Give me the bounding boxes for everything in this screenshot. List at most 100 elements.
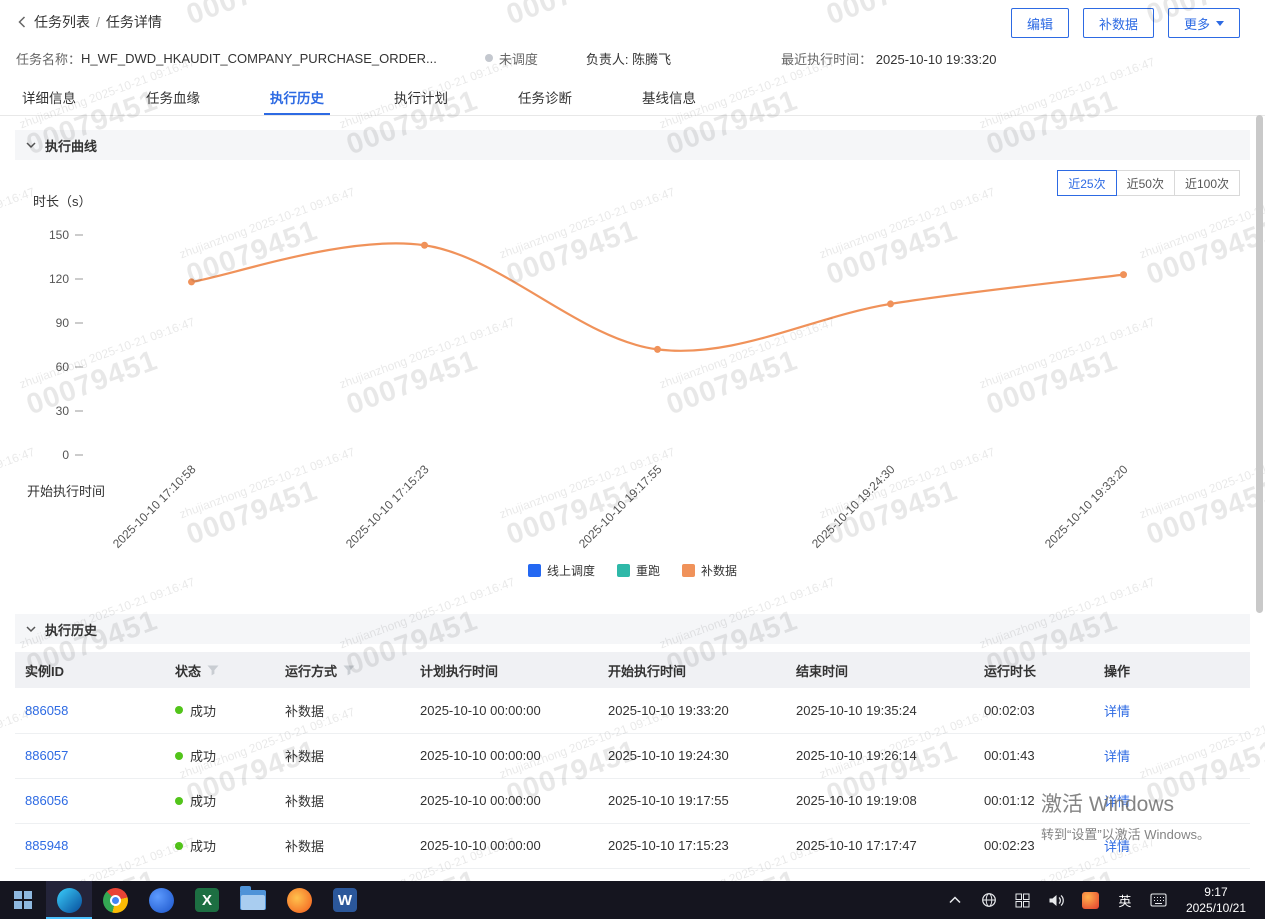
ime-button[interactable] xyxy=(1144,881,1174,919)
status-text: 成功 xyxy=(190,836,216,855)
legend-label: 补数据 xyxy=(701,562,737,579)
table-row: 886058 成功 补数据 2025-10-10 00:00:00 2025-10-10… xyxy=(15,688,1250,733)
page-header: 任务列表 / 任务详情 编辑 补数据 更多 xyxy=(0,0,1265,42)
windows-logo-icon xyxy=(14,891,32,909)
last-exec-info: 最近执行时间： 2025-10-10 19:33:20 xyxy=(781,49,996,68)
detail-link[interactable]: 详情 xyxy=(1104,749,1130,764)
legend-item[interactable]: 线上调度 xyxy=(528,562,595,579)
breadcrumb-task-list[interactable]: 任务列表 xyxy=(34,12,90,32)
end-time-text: 2025-10-10 19:19:08 xyxy=(796,793,917,808)
planned-time-text: 2025-10-10 00:00:00 xyxy=(420,838,541,853)
detail-link[interactable]: 详情 xyxy=(1104,704,1130,719)
excel-button[interactable]: X xyxy=(184,881,230,919)
back-icon[interactable] xyxy=(16,15,28,29)
legend-swatch-icon xyxy=(528,564,541,577)
run-mode-text: 补数据 xyxy=(285,749,324,764)
svg-text:2025-10-10 17:10:58: 2025-10-10 17:10:58 xyxy=(110,462,199,551)
table-header: 实例ID状态运行方式计划执行时间开始执行时间结束时间运行时长操作 xyxy=(15,652,1250,688)
taskbar-apps: X W xyxy=(0,881,368,919)
clock-date: 2025/10/21 xyxy=(1186,900,1246,916)
wps-button[interactable] xyxy=(276,881,322,919)
column-header-run-mode: 运行方式 xyxy=(275,652,410,688)
svg-text:2025-10-10 19:24:30: 2025-10-10 19:24:30 xyxy=(809,462,898,551)
collapse-chevron-icon[interactable] xyxy=(25,623,37,635)
instance-id-link[interactable]: 886058 xyxy=(25,703,68,718)
legend-swatch-icon xyxy=(617,564,630,577)
backfill-button[interactable]: 补数据 xyxy=(1083,8,1154,38)
status-text: 成功 xyxy=(190,746,216,765)
filter-icon[interactable] xyxy=(343,665,355,676)
blue-app-button[interactable] xyxy=(138,881,184,919)
clock[interactable]: 9:17 2025/10/21 xyxy=(1178,884,1254,916)
wps-icon xyxy=(287,888,312,913)
status-text: 成功 xyxy=(190,791,216,810)
edit-button[interactable]: 编辑 xyxy=(1011,8,1069,38)
edge-browser-button[interactable] xyxy=(46,881,92,919)
instance-id-link[interactable]: 886056 xyxy=(25,793,68,808)
success-dot-icon xyxy=(175,797,183,805)
column-header-start-time: 开始执行时间 xyxy=(598,652,786,688)
range-button-group: 近25次近50次近100次 xyxy=(1058,170,1240,196)
tab-diagnosis[interactable]: 任务诊断 xyxy=(512,78,578,115)
windows-taskbar: X W 英 9:17 2025/10/21 xyxy=(0,881,1265,919)
end-time-text: 2025-10-10 17:17:47 xyxy=(796,838,917,853)
run-mode-text: 补数据 xyxy=(285,839,324,854)
owner-value: 陈腾飞 xyxy=(632,52,671,67)
tab-exec-history[interactable]: 执行历史 xyxy=(264,78,330,115)
app-grid-button[interactable] xyxy=(1008,881,1038,919)
system-tray: 英 9:17 2025/10/21 xyxy=(940,881,1265,919)
status-text: 成功 xyxy=(190,701,216,720)
status-dot-icon xyxy=(485,54,493,62)
success-dot-icon xyxy=(175,706,183,714)
header-actions: 编辑 补数据 更多 xyxy=(1011,8,1240,38)
svg-text:2025-10-10 19:17:55: 2025-10-10 19:17:55 xyxy=(576,462,665,551)
chevron-up-icon xyxy=(949,896,961,904)
history-section-title: 执行历史 xyxy=(45,620,97,639)
collapse-chevron-icon[interactable] xyxy=(25,139,37,151)
table-row: 886057成功补数据2025-10-10 00:00:002025-10-10… xyxy=(15,733,1250,778)
file-explorer-button[interactable] xyxy=(230,881,276,919)
start-button[interactable] xyxy=(0,881,46,919)
instance-id-link[interactable]: 886057 xyxy=(25,748,68,763)
instance-id-link[interactable]: 885948 xyxy=(25,838,68,853)
range-button-recent-50[interactable]: 近50次 xyxy=(1116,170,1175,196)
vertical-scrollbar[interactable] xyxy=(1256,115,1263,613)
run-mode-text: 补数据 xyxy=(285,704,324,719)
volume-button[interactable] xyxy=(1042,881,1072,919)
tab-baseline[interactable]: 基线信息 xyxy=(636,78,702,115)
chrome-icon xyxy=(103,888,128,913)
tab-exec-plan[interactable]: 执行计划 xyxy=(388,78,454,115)
tab-bar: 详细信息 任务血缘 执行历史 执行计划 任务诊断 基线信息 xyxy=(0,78,1265,116)
speaker-icon xyxy=(1048,893,1065,908)
activation-title: 激活 Windows xyxy=(1041,788,1210,818)
history-section-bar: 执行历史 xyxy=(15,614,1250,644)
duration-text: 00:01:12 xyxy=(984,793,1035,808)
range-button-recent-100[interactable]: 近100次 xyxy=(1174,170,1240,196)
start-time-text: 2025-10-10 19:33:20 xyxy=(608,703,729,718)
task-name-label: 任务名称： xyxy=(16,49,81,68)
task-info-row: 任务名称： H_WF_DWD_HKAUDIT_COMPANY_PURCHASE_… xyxy=(0,42,1265,68)
table-header-row: 实例ID状态运行方式计划执行时间开始执行时间结束时间运行时长操作 xyxy=(15,652,1250,688)
language-indicator[interactable]: 英 xyxy=(1110,881,1140,919)
security-app-button[interactable] xyxy=(1076,881,1106,919)
column-header-instance-id: 实例ID xyxy=(15,652,165,688)
word-button[interactable]: W xyxy=(322,881,368,919)
filter-icon[interactable] xyxy=(207,665,219,676)
folder-icon xyxy=(240,890,266,910)
tab-lineage[interactable]: 任务血缘 xyxy=(140,78,206,115)
schedule-status: 未调度 xyxy=(485,49,538,68)
network-button[interactable] xyxy=(974,881,1004,919)
tab-details[interactable]: 详细信息 xyxy=(16,78,82,115)
more-button[interactable]: 更多 xyxy=(1168,8,1240,38)
globe-icon xyxy=(981,892,997,908)
excel-icon: X xyxy=(195,888,219,912)
column-header-planned-time: 计划执行时间 xyxy=(410,652,598,688)
planned-time-text: 2025-10-10 00:00:00 xyxy=(420,703,541,718)
hidden-icons-button[interactable] xyxy=(940,881,970,919)
range-button-recent-25[interactable]: 近25次 xyxy=(1057,170,1116,196)
svg-text:120: 120 xyxy=(49,272,69,286)
svg-text:30: 30 xyxy=(56,404,70,418)
legend-item[interactable]: 重跑 xyxy=(617,562,660,579)
legend-item[interactable]: 补数据 xyxy=(682,562,737,579)
chrome-browser-button[interactable] xyxy=(92,881,138,919)
